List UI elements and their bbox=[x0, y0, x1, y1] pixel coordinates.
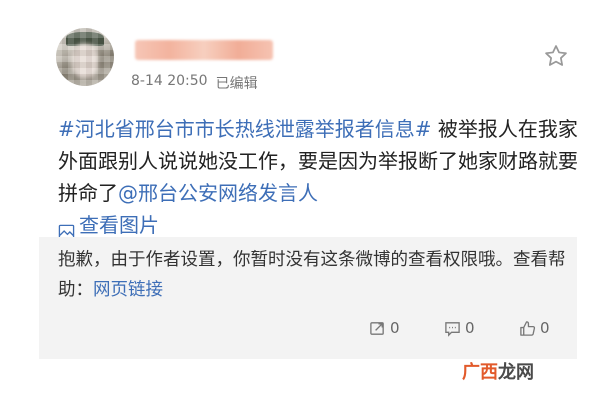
mention-link[interactable]: @邢台公安网络发言人 bbox=[118, 181, 318, 205]
like-button[interactable]: 0 bbox=[519, 319, 550, 337]
share-icon bbox=[370, 321, 384, 335]
thumbs-up-icon bbox=[520, 320, 536, 336]
username-blurred[interactable] bbox=[135, 40, 273, 60]
site-watermark: 广西 龙网 bbox=[462, 358, 534, 384]
share-button[interactable]: 0 bbox=[369, 319, 400, 337]
comment-button[interactable]: 0 bbox=[444, 319, 475, 337]
avatar-mosaic bbox=[56, 28, 114, 86]
help-web-link[interactable]: 网页链接 bbox=[93, 280, 163, 300]
post-edited-label[interactable]: 已编辑 bbox=[216, 73, 258, 93]
retweet-actions: 0 0 0 bbox=[39, 319, 577, 343]
share-count: 0 bbox=[390, 319, 400, 337]
avatar[interactable] bbox=[56, 28, 114, 86]
post-time: 8-14 20:50 bbox=[131, 73, 208, 89]
image-icon bbox=[58, 217, 75, 238]
watermark-part1: 广西 bbox=[462, 362, 498, 383]
comment-count: 0 bbox=[465, 319, 475, 337]
post-meta: 8-14 20:50 已编辑 bbox=[131, 73, 258, 93]
retweet-notice: 抱歉，由于作者设置，你暂时没有这条微博的查看权限哦。查看帮助：网页链接 bbox=[58, 245, 568, 305]
comment-icon bbox=[445, 321, 460, 337]
star-icon[interactable] bbox=[543, 43, 569, 69]
hashtag-link[interactable]: #河北省邢台市市长热线泄露举报者信息# bbox=[58, 117, 432, 141]
like-count: 0 bbox=[540, 319, 550, 337]
watermark-part2: 龙网 bbox=[498, 362, 534, 383]
retweet-box: 抱歉，由于作者设置，你暂时没有这条微博的查看权限哦。查看帮助：网页链接 0 0 … bbox=[39, 237, 577, 359]
post-body: #河北省邢台市市长热线泄露举报者信息# 被举报人在我家外面跟别人说说她没工作，要… bbox=[58, 113, 578, 249]
